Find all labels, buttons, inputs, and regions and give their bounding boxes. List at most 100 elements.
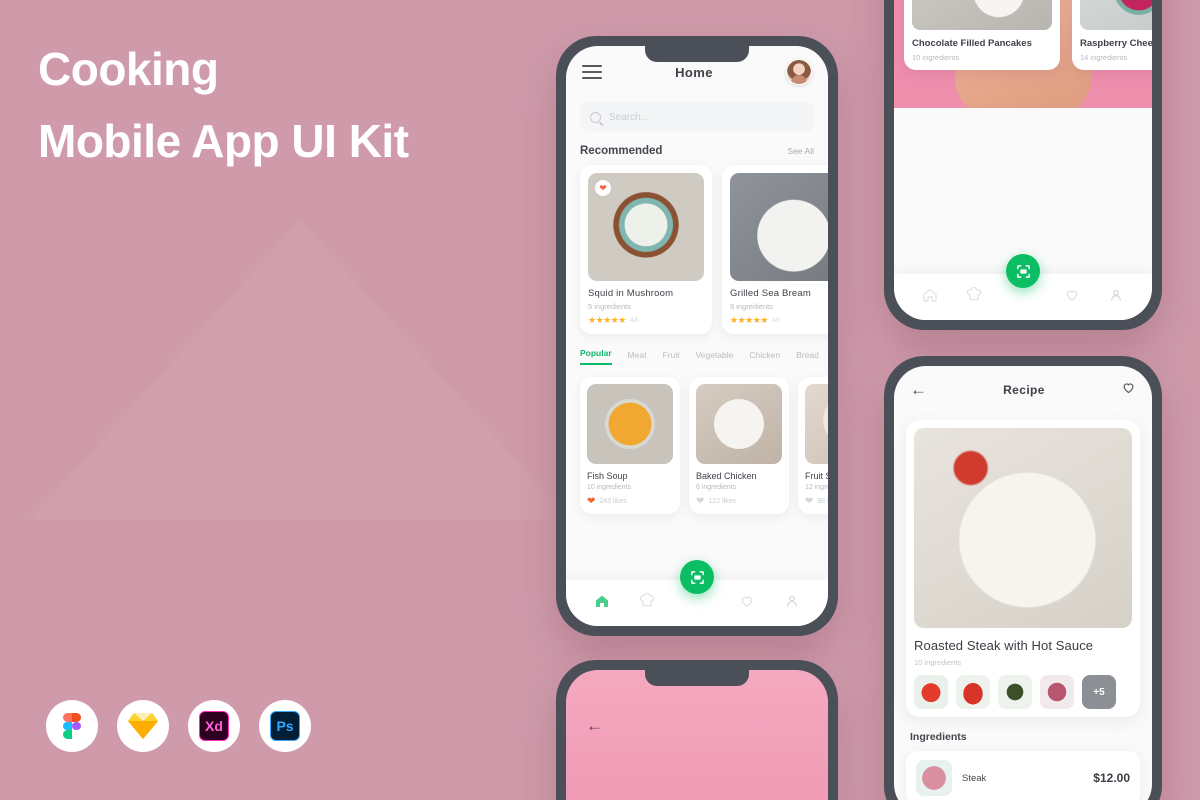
- ingredient-price: $12.00: [1093, 771, 1130, 785]
- recipe-card[interactable]: Baked Chicken 6 ingredients ❤ 122 likes: [689, 377, 789, 514]
- recipe-ingredients: 10 ingredients: [587, 484, 631, 491]
- nav-chef-hat-icon[interactable]: [639, 592, 655, 614]
- stars-glyphs: ★★★★★: [588, 315, 626, 325]
- recipe-ingredients: 5 ingredients: [588, 302, 631, 311]
- ingredients-section-title: Ingredients: [910, 731, 967, 743]
- recipe-title: Raspberry Cheesecake: [1080, 38, 1152, 49]
- figma-logo-badge[interactable]: [46, 700, 98, 752]
- back-arrow-icon[interactable]: ←: [910, 380, 927, 400]
- likes-count: 98 likes: [817, 498, 828, 505]
- tab-meat[interactable]: Meat: [628, 350, 647, 365]
- more-ingredients-chip[interactable]: +5: [1082, 675, 1116, 709]
- recipe-ingredients: 10 ingredients: [912, 53, 960, 62]
- see-all-link[interactable]: See All: [788, 146, 814, 156]
- photoshop-icon: Ps: [270, 711, 300, 741]
- ingredient-row[interactable]: Steak $12.00: [906, 751, 1140, 800]
- ingredient-chip-list[interactable]: +5: [914, 675, 1132, 709]
- heart-icon[interactable]: ❤: [805, 496, 813, 507]
- detail-screen: ←: [566, 670, 828, 800]
- recipe-title: Grilled Sea Bream: [730, 288, 812, 299]
- recipe-thumbnail: [912, 0, 1052, 30]
- avatar[interactable]: [786, 59, 812, 85]
- scan-icon: [690, 570, 704, 584]
- ingredient-name: Steak: [962, 772, 987, 784]
- back-arrow-icon[interactable]: ←: [586, 716, 603, 735]
- recipe-thumbnail: [730, 173, 828, 281]
- phone-notch: [645, 670, 749, 686]
- headline-line-1: Cooking: [38, 43, 219, 95]
- recipe-thumbnail: [696, 384, 782, 464]
- heart-icon[interactable]: ❤: [587, 496, 595, 507]
- recipe-header: ← Recipe: [894, 366, 1152, 414]
- likes-row: ❤ 243 likes: [587, 496, 673, 507]
- category-tab-list[interactable]: Popular Meat Fruit Vegetable Chicken Bre…: [566, 334, 828, 365]
- tab-vegetable[interactable]: Vegetable: [696, 350, 734, 365]
- recipe-title: Chocolate Filled Pancakes: [912, 38, 1032, 49]
- scan-icon: [1016, 264, 1030, 278]
- nav-home-icon[interactable]: [594, 593, 610, 614]
- phone-mockup-detail: ←: [556, 660, 838, 800]
- recipe-card[interactable]: Fruit Salad 12 ingredients ❤ 98 likes: [798, 377, 828, 514]
- likes-row: ❤ 98 likes: [805, 496, 828, 507]
- nav-home-icon[interactable]: [922, 287, 938, 308]
- recipe-screen: ← Recipe Roasted Steak with Hot Sauce 10…: [894, 366, 1152, 800]
- rating-stars: ★★★★★ 4.5: [730, 315, 828, 326]
- ingredient-thumbnail: [916, 760, 952, 796]
- menu-icon[interactable]: [582, 65, 602, 79]
- page-title: Cooking Mobile App UI Kit: [38, 40, 508, 170]
- tomato-icon[interactable]: [914, 675, 948, 709]
- tab-bread[interactable]: Bread: [796, 350, 819, 365]
- chili-icon[interactable]: [956, 675, 990, 709]
- recipe-title: Squid in Mushroom: [588, 288, 674, 299]
- nav-heart-icon[interactable]: [739, 593, 755, 614]
- recipe-card[interactable]: Grilled Sea Bream 9 ingredients ★★★★★ 4.…: [722, 165, 828, 334]
- likes-count: 243 likes: [599, 498, 628, 505]
- search-input[interactable]: Search...: [580, 102, 814, 132]
- nav-heart-icon[interactable]: [1064, 287, 1080, 308]
- scan-result-card-list[interactable]: Chocolate Filled Pancakes 10 ingredients…: [904, 0, 1152, 70]
- popular-card-list[interactable]: Fish Soup 10 ingredients ❤ 243 likes Bak…: [566, 365, 828, 514]
- recipe-thumbnail: [587, 384, 673, 464]
- scanner-screen: Chocolate Filled Pancakes 10 ingredients…: [894, 0, 1152, 320]
- nav-profile-icon[interactable]: [784, 593, 800, 614]
- adobe-xd-icon: Xd: [199, 711, 229, 741]
- avocado-icon[interactable]: [998, 675, 1032, 709]
- search-placeholder: Search...: [609, 111, 650, 123]
- recommended-card-list[interactable]: ❤ Squid in Mushroom 5 ingredients ★★★★★ …: [566, 165, 828, 334]
- tab-chicken[interactable]: Chicken: [749, 350, 780, 365]
- adobe-xd-logo-badge[interactable]: Xd: [188, 700, 240, 752]
- recipe-thumbnail: [805, 384, 828, 464]
- recipe-hero-card: Roasted Steak with Hot Sauce 10 ingredie…: [906, 420, 1140, 717]
- recommended-section-header: Recommended See All: [566, 132, 828, 165]
- rating-stars: ★★★★★ 4.8: [588, 315, 704, 326]
- recipe-card[interactable]: ❤ Squid in Mushroom 5 ingredients ★★★★★ …: [580, 165, 712, 334]
- recipe-title: Baked Chicken: [696, 471, 757, 481]
- phone-mockup-recipe: ← Recipe Roasted Steak with Hot Sauce 10…: [884, 356, 1162, 800]
- nav-profile-icon[interactable]: [1108, 287, 1124, 308]
- recipe-ingredients: 14 ingredients: [1080, 53, 1128, 62]
- meat-icon[interactable]: [1040, 675, 1074, 709]
- sketch-logo-badge[interactable]: [117, 700, 169, 752]
- likes-row: ❤ 122 likes: [696, 496, 782, 507]
- scan-fab-button[interactable]: [680, 560, 714, 594]
- phone-mockup-home: Home Search... Recommended See All ❤ Squ…: [556, 36, 838, 636]
- favorite-heart-icon[interactable]: ❤: [595, 180, 611, 196]
- recipe-card[interactable]: Fish Soup 10 ingredients ❤ 243 likes: [580, 377, 680, 514]
- recipe-dish-ingredients: 10 ingredients: [914, 658, 962, 667]
- tab-fruit[interactable]: Fruit: [663, 350, 680, 365]
- recipe-thumbnail: [1080, 0, 1152, 30]
- software-logo-list: Xd Ps: [46, 700, 311, 752]
- recipe-page-title: Recipe: [1003, 383, 1045, 397]
- recipe-thumbnail: ❤: [588, 173, 704, 281]
- photoshop-logo-badge[interactable]: Ps: [259, 700, 311, 752]
- heart-icon[interactable]: ❤: [696, 496, 704, 507]
- recipe-ingredients: 9 ingredients: [730, 302, 773, 311]
- nav-chef-hat-icon[interactable]: [966, 286, 982, 308]
- scan-result-card[interactable]: Chocolate Filled Pancakes 10 ingredients: [904, 0, 1060, 70]
- scan-result-card[interactable]: Raspberry Cheesecake 14 ingredients: [1072, 0, 1152, 70]
- search-icon: [590, 111, 601, 123]
- tab-popular[interactable]: Popular: [580, 348, 612, 365]
- rating-count: 4.8: [629, 317, 638, 324]
- scan-fab-button[interactable]: [1006, 254, 1040, 288]
- favorite-heart-icon[interactable]: [1121, 380, 1136, 400]
